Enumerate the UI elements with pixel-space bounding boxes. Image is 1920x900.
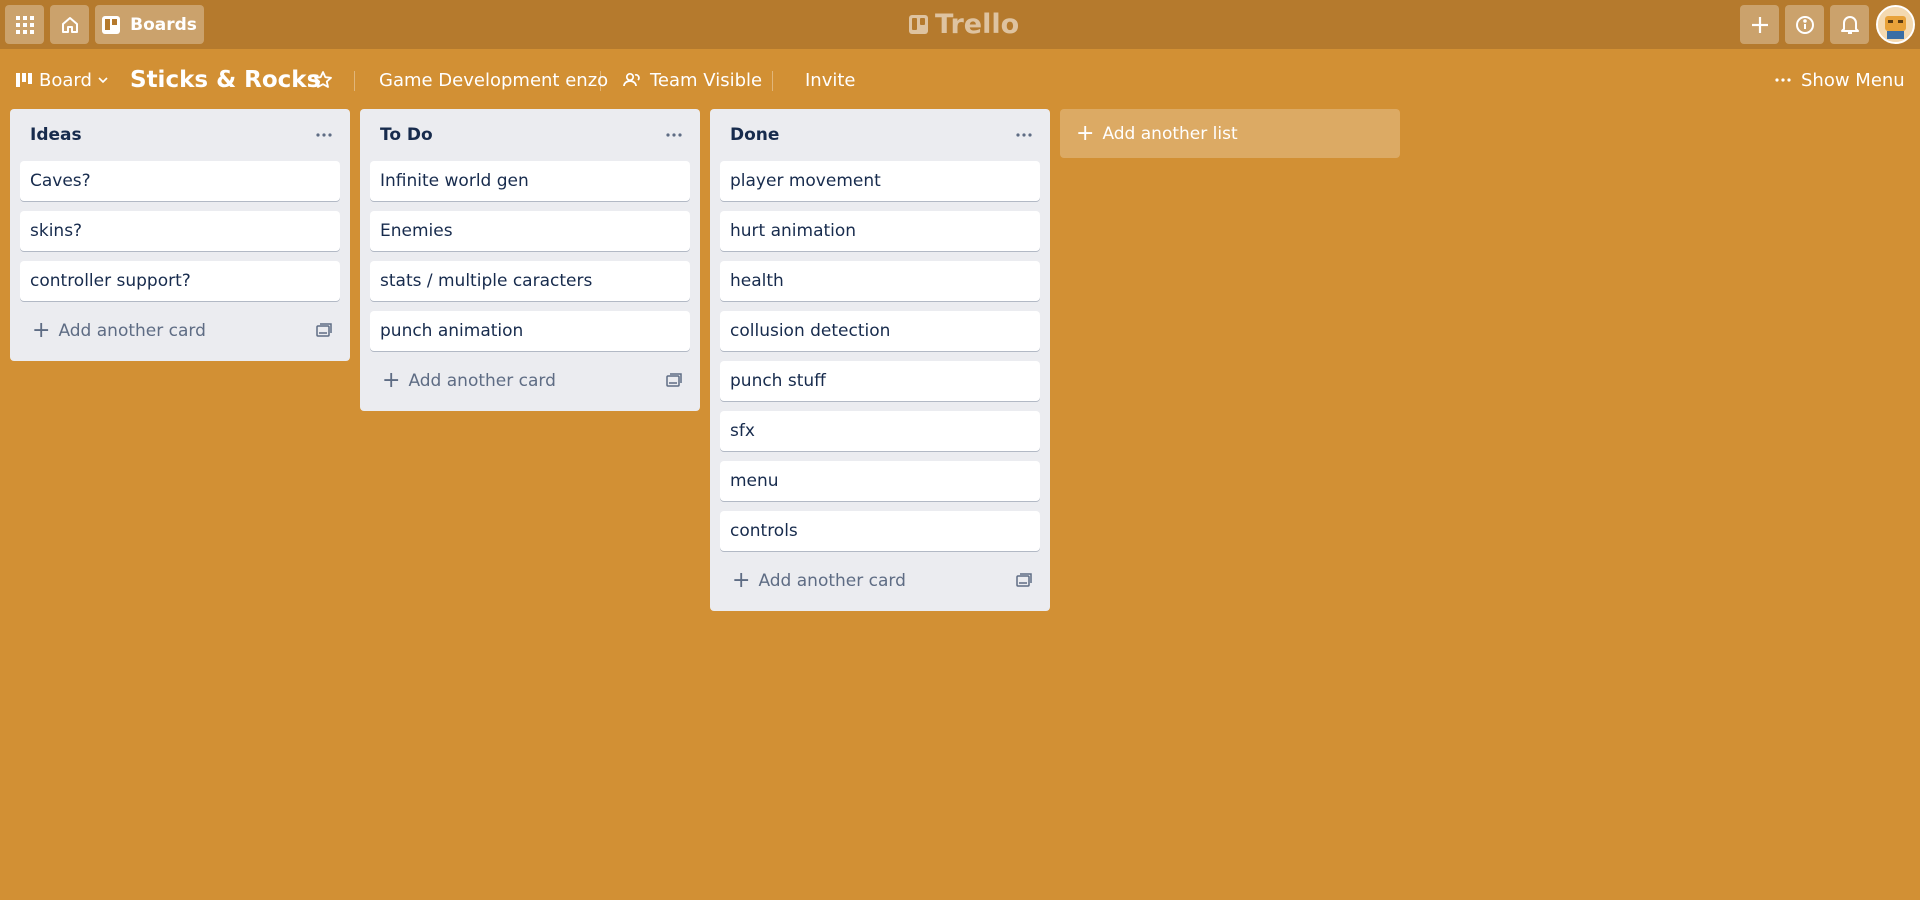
plus-icon: +	[1076, 120, 1095, 146]
info-icon	[1795, 15, 1814, 34]
list-title: To Do	[380, 125, 433, 145]
more-dots-icon	[1016, 133, 1032, 137]
card[interactable]: hurt animation	[720, 211, 1040, 251]
card-template-icon[interactable]	[666, 373, 682, 387]
grid-icon	[15, 15, 34, 34]
board-title-text: Sticks & Rocks	[130, 67, 321, 93]
list-title: Ideas	[30, 125, 82, 145]
list-to-do: To Do Infinite world gen Enemies stats /…	[360, 109, 700, 411]
avatar-image	[1878, 7, 1913, 42]
team-name: Game Development enzo	[379, 69, 609, 91]
add-card-label: Add another card	[58, 321, 206, 341]
card[interactable]: Infinite world gen	[370, 161, 690, 201]
boards-label: Boards	[130, 14, 197, 35]
trello-logo[interactable]: Trello	[909, 8, 1019, 40]
card-template-icon[interactable]	[1016, 573, 1032, 587]
card[interactable]: Enemies	[370, 211, 690, 251]
list-header[interactable]: Ideas	[10, 109, 350, 161]
add-card-button[interactable]: + Add another card	[370, 361, 690, 401]
card[interactable]: sfx	[720, 411, 1040, 451]
board-header: Board Sticks & Rocks Game Development en…	[0, 60, 1920, 100]
card[interactable]: punch animation	[370, 311, 690, 351]
card[interactable]: skins?	[20, 211, 340, 251]
card[interactable]: controller support?	[20, 261, 340, 301]
list-title: Done	[730, 125, 780, 145]
list-ideas: Ideas Caves? skins? controller support? …	[10, 109, 350, 361]
home-icon	[61, 16, 78, 33]
team-button[interactable]: Game Development enzo	[379, 60, 608, 100]
add-list-button[interactable]: + Add another list	[1060, 109, 1400, 158]
card[interactable]: controls	[720, 511, 1040, 551]
boards-button[interactable]: Boards	[95, 5, 204, 44]
visibility-button[interactable]: Team Visible	[622, 60, 762, 100]
create-button[interactable]	[1740, 5, 1779, 44]
list-menu-button[interactable]	[1012, 123, 1036, 147]
star-button[interactable]	[313, 60, 333, 100]
add-card-button[interactable]: + Add another card	[20, 311, 340, 351]
trello-logo-icon	[909, 14, 928, 34]
show-menu-label: Show Menu	[1801, 69, 1905, 91]
bell-icon	[1840, 15, 1859, 34]
plus-icon: +	[732, 568, 751, 593]
avatar[interactable]	[1876, 5, 1915, 44]
card-template-icon[interactable]	[316, 323, 332, 337]
card[interactable]: player movement	[720, 161, 1040, 201]
more-dots-icon	[666, 133, 682, 137]
logo-text: Trello	[935, 8, 1020, 40]
divider	[600, 71, 601, 91]
plus-icon: +	[382, 368, 401, 393]
notifications-button[interactable]	[1830, 5, 1869, 44]
invite-label: Invite	[805, 69, 856, 91]
card[interactable]: punch stuff	[720, 361, 1040, 401]
card[interactable]: health	[720, 261, 1040, 301]
card[interactable]: menu	[720, 461, 1040, 501]
card[interactable]: stats / multiple caracters	[370, 261, 690, 301]
visibility-label: Team Visible	[650, 69, 763, 91]
divider	[772, 71, 773, 91]
list-header[interactable]: Done	[710, 109, 1050, 161]
board-title[interactable]: Sticks & Rocks	[130, 60, 320, 100]
team-visible-icon	[623, 72, 640, 87]
plus-icon: +	[32, 318, 51, 343]
board-view-switcher[interactable]: Board	[16, 60, 109, 100]
chevron-down-icon	[98, 77, 108, 84]
apps-button[interactable]	[5, 5, 44, 44]
invite-button[interactable]: Invite	[805, 60, 856, 100]
list-menu-button[interactable]	[662, 123, 686, 147]
show-menu-button[interactable]: Show Menu	[1775, 60, 1905, 100]
divider	[354, 71, 355, 91]
plus-icon	[1751, 16, 1768, 33]
card[interactable]: collusion detection	[720, 311, 1040, 351]
add-card-button[interactable]: + Add another card	[720, 561, 1040, 601]
more-dots-icon	[1775, 78, 1791, 82]
star-icon	[314, 71, 332, 88]
more-dots-icon	[316, 133, 332, 137]
add-card-label: Add another card	[758, 571, 906, 591]
list-header[interactable]: To Do	[360, 109, 700, 161]
list-menu-button[interactable]	[312, 123, 336, 147]
board-view-icon	[16, 73, 32, 87]
top-bar: Boards Trello	[0, 0, 1920, 49]
card[interactable]: Caves?	[20, 161, 340, 201]
home-button[interactable]	[50, 5, 89, 44]
list-done: Done player movement hurt animation heal…	[710, 109, 1050, 611]
add-list-label: Add another list	[1102, 123, 1238, 144]
add-card-label: Add another card	[408, 371, 556, 391]
info-button[interactable]	[1785, 5, 1824, 44]
boards-icon	[102, 15, 121, 34]
board-view-label: Board	[39, 69, 92, 91]
